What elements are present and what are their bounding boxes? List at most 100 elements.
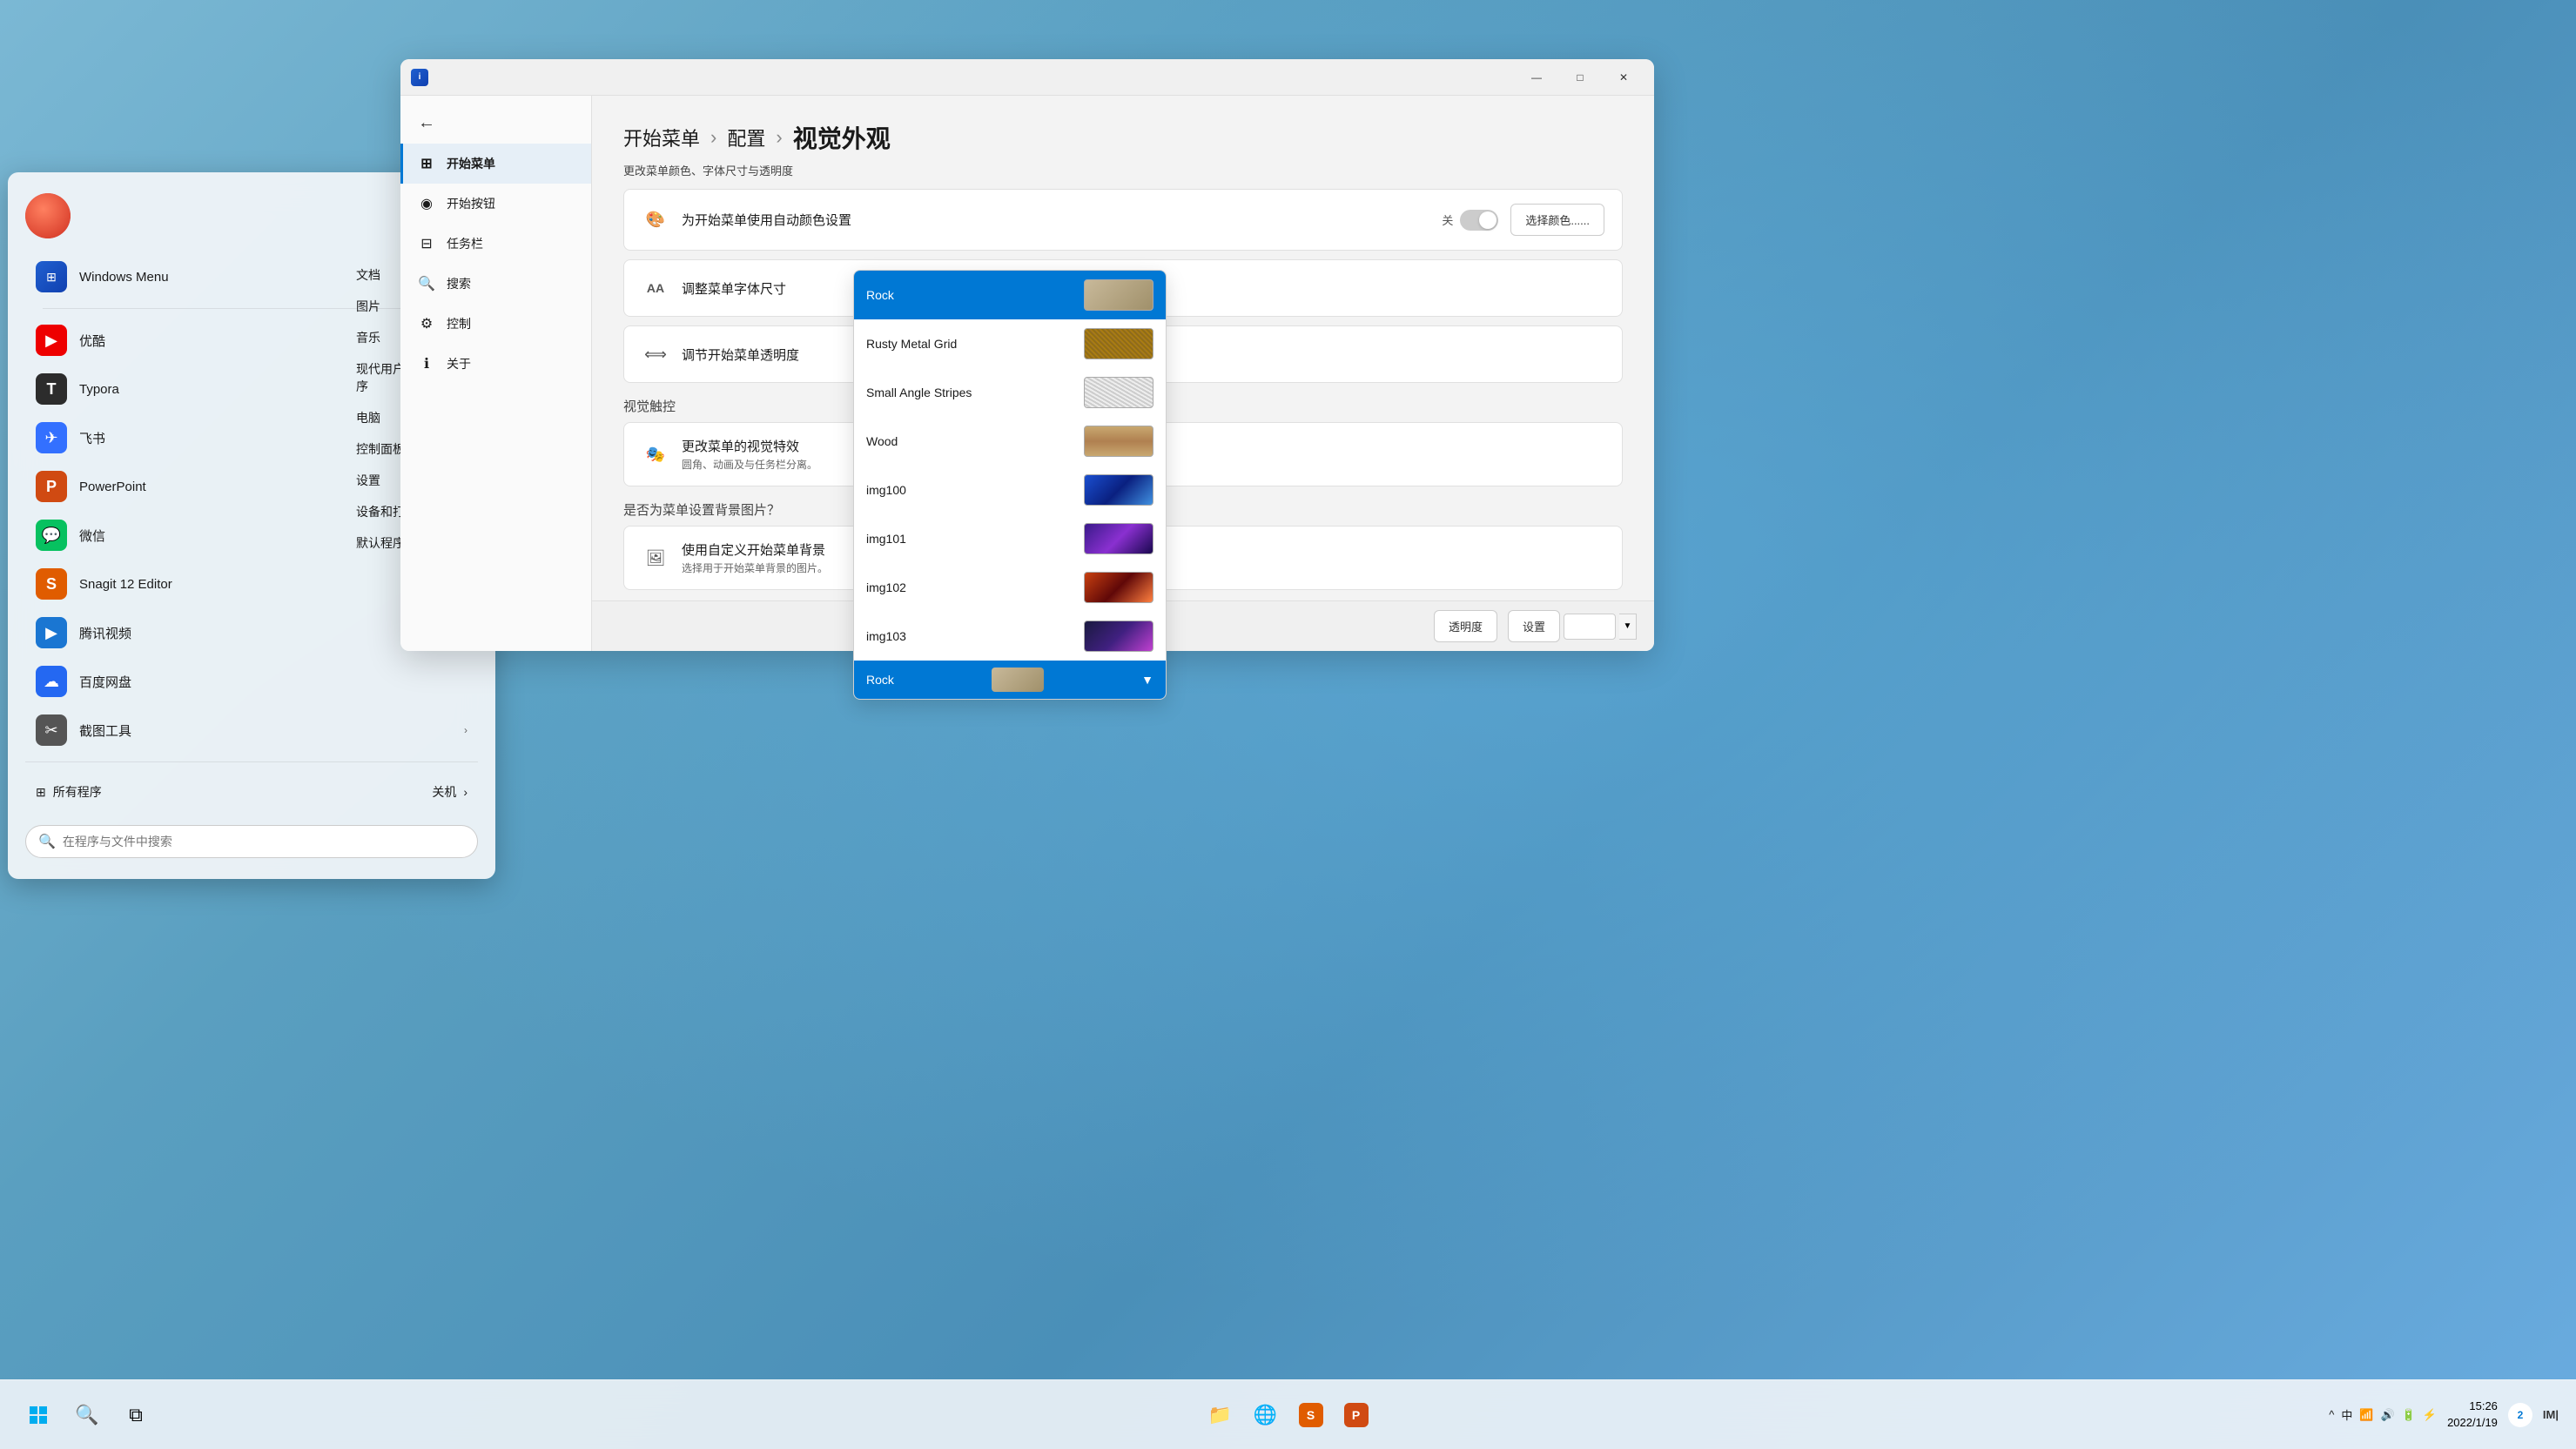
breadcrumb-root: 开始菜单 bbox=[623, 124, 700, 151]
dropdown-item-img100[interactable]: img100 bbox=[854, 466, 1166, 514]
tray-wifi-icon: 📶 bbox=[2359, 1408, 2373, 1422]
sidebar-item-about[interactable]: ℹ 关于 bbox=[400, 344, 591, 384]
select-color-button[interactable]: 选择颜色...... bbox=[1510, 204, 1604, 236]
dropdown-label-rusty: Rusty Metal Grid bbox=[866, 337, 1073, 351]
taskbar-search-button[interactable]: 🔍 bbox=[66, 1394, 108, 1436]
windows-menu-icon: ⊞ bbox=[36, 261, 67, 292]
jietu-icon: ✂ bbox=[36, 714, 67, 746]
sidebar-item-start-btn[interactable]: ◉ 开始按钮 bbox=[400, 184, 591, 224]
dropdown-item-wood[interactable]: Wood bbox=[854, 417, 1166, 466]
snagit-icon: S bbox=[36, 568, 67, 600]
auto-color-text: 为开始菜单使用自动颜色设置 bbox=[682, 211, 1429, 229]
notification-badge[interactable]: 2 bbox=[2508, 1403, 2532, 1427]
app-icon-small: i bbox=[411, 69, 428, 86]
snagit-label: Snagit 12 Editor bbox=[79, 577, 452, 592]
dropdown-label-img102: img102 bbox=[866, 580, 1073, 594]
end-icon[interactable]: IM| bbox=[2543, 1408, 2559, 1421]
taskbar-task-view-button[interactable]: ⧉ bbox=[115, 1394, 157, 1436]
transparency-button[interactable]: 透明度 bbox=[1434, 610, 1497, 642]
baidupan-icon: ☁ bbox=[36, 666, 67, 697]
all-apps-label: 所有程序 bbox=[53, 783, 102, 801]
settings-dropdown-arrow[interactable]: ▼ bbox=[1619, 614, 1637, 640]
sidebar-label-search: 搜索 bbox=[447, 275, 471, 292]
auto-color-icon: 🎨 bbox=[642, 206, 669, 234]
sidebar-item-search[interactable]: 🔍 搜索 bbox=[400, 264, 591, 304]
dropdown-label-img103: img103 bbox=[866, 629, 1073, 643]
back-icon: ← bbox=[418, 113, 435, 133]
background-dropdown: Rock Rusty Metal Grid Small Angle Stripe… bbox=[853, 270, 1167, 700]
breadcrumb-mid: 配置 bbox=[727, 124, 765, 151]
toggle-off-label: 关 bbox=[1442, 211, 1453, 228]
taskbar-snagit-button[interactable]: S bbox=[1290, 1394, 1332, 1436]
dropdown-item-stripes[interactable]: Small Angle Stripes bbox=[854, 368, 1166, 417]
visual-effects-icon: 🎭 bbox=[642, 440, 669, 468]
custom-bg-icon: 🖼 bbox=[642, 544, 669, 572]
search-input[interactable] bbox=[63, 835, 465, 849]
taskbar: 🔍 ⧉ 📁 🌐 S P ^ 中 📶 🔊 🔋 ⚡ 15:26 2022/1/19 … bbox=[0, 1379, 2576, 1449]
sidebar-label-about: 关于 bbox=[447, 355, 471, 372]
sidebar-icon-start-menu: ⊞ bbox=[417, 154, 436, 173]
font-size-icon: AA bbox=[642, 274, 669, 302]
dropdown-swatch-stripes bbox=[1084, 377, 1153, 408]
feishu-icon: ✈ bbox=[36, 422, 67, 453]
dropdown-item-img103[interactable]: img103 bbox=[854, 612, 1166, 661]
dropdown-label-img100: img100 bbox=[866, 483, 1073, 497]
sidebar-icon-about: ℹ bbox=[417, 354, 436, 373]
taskbar-left: 🔍 ⧉ bbox=[17, 1394, 157, 1436]
tencent-label: 腾讯视频 bbox=[79, 624, 452, 642]
all-apps-button[interactable]: ⊞ 所有程序 bbox=[25, 776, 112, 808]
dropdown-item-rusty[interactable]: Rusty Metal Grid bbox=[854, 319, 1166, 368]
avatar[interactable] bbox=[25, 193, 71, 238]
tray-ime-label[interactable]: 中 bbox=[2341, 1406, 2352, 1423]
dropdown-swatch-img100 bbox=[1084, 474, 1153, 506]
title-bar-left: i bbox=[411, 69, 428, 86]
dropdown-item-img101[interactable]: img101 bbox=[854, 514, 1166, 563]
youku-icon: ▶ bbox=[36, 325, 67, 356]
taskbar-edge-button[interactable]: 🌐 bbox=[1245, 1394, 1287, 1436]
sidebar-icon-start-btn: ◉ bbox=[417, 194, 436, 213]
dropdown-item-rock[interactable]: Rock bbox=[854, 271, 1166, 319]
minimize-button[interactable]: — bbox=[1517, 64, 1557, 91]
powerpoint-icon: P bbox=[36, 471, 67, 502]
time-display[interactable]: 15:26 2022/1/19 bbox=[2447, 1399, 2498, 1430]
sidebar-item-start-menu[interactable]: ⊞ 开始菜单 bbox=[400, 144, 591, 184]
auto-color-toggle-group: 关 bbox=[1442, 210, 1498, 231]
dropdown-swatch-img101 bbox=[1084, 523, 1153, 554]
sidebar-label-start-btn: 开始按钮 bbox=[447, 195, 495, 212]
tencent-icon: ▶ bbox=[36, 617, 67, 648]
dropdown-label-rock: Rock bbox=[866, 288, 1073, 302]
sidebar-icon-taskbar: ⊟ bbox=[417, 234, 436, 253]
settings-label-btn[interactable]: 设置 bbox=[1508, 610, 1560, 642]
date-value: 2022/1/19 bbox=[2447, 1415, 2498, 1431]
transparency-icon: ⟺ bbox=[642, 340, 669, 368]
start-button[interactable] bbox=[17, 1394, 59, 1436]
close-button[interactable]: ✕ bbox=[1604, 64, 1644, 91]
all-apps-icon: ⊞ bbox=[36, 785, 46, 800]
sidebar-item-taskbar[interactable]: ⊟ 任务栏 bbox=[400, 224, 591, 264]
back-button[interactable]: ← bbox=[400, 103, 591, 144]
app-item-jietu[interactable]: ✂ 截图工具 › bbox=[25, 706, 478, 755]
sidebar: ← ⊞ 开始菜单 ◉ 开始按钮 ⊟ 任务栏 🔍 搜索 ⚙ 控制 bbox=[400, 96, 592, 651]
tray-extra-icon: ⚡ bbox=[2423, 1408, 2437, 1422]
sidebar-label-start-menu: 开始菜单 bbox=[447, 155, 495, 172]
jietu-arrow: › bbox=[464, 724, 467, 736]
typora-icon: T bbox=[36, 373, 67, 405]
search-bar[interactable]: 🔍 bbox=[25, 825, 478, 858]
maximize-button[interactable]: □ bbox=[1560, 64, 1600, 91]
sidebar-item-control[interactable]: ⚙ 控制 bbox=[400, 304, 591, 344]
dropdown-footer[interactable]: Rock ▼ bbox=[854, 661, 1166, 699]
taskbar-explorer-button[interactable]: 📁 bbox=[1200, 1394, 1241, 1436]
dropdown-label-wood: Wood bbox=[866, 434, 1073, 448]
tray-volume-icon[interactable]: 🔊 bbox=[2381, 1408, 2395, 1422]
dropdown-label-img101: img101 bbox=[866, 532, 1073, 546]
shutdown-button[interactable]: 关机 › bbox=[421, 776, 478, 808]
app-item-baidupan[interactable]: ☁ 百度网盘 bbox=[25, 657, 478, 706]
taskbar-ppt-button[interactable]: P bbox=[1335, 1394, 1377, 1436]
auto-color-toggle[interactable] bbox=[1460, 210, 1498, 231]
setting-row-auto-color: 🎨 为开始菜单使用自动颜色设置 关 选择颜色...... bbox=[623, 189, 1623, 251]
dropdown-item-img102[interactable]: img102 bbox=[854, 563, 1166, 612]
section-title: 更改菜单颜色、字体尺寸与透明度 bbox=[623, 162, 1623, 178]
sidebar-label-control: 控制 bbox=[447, 315, 471, 332]
dropdown-swatch-rock bbox=[1084, 279, 1153, 311]
tray-chevron-icon[interactable]: ^ bbox=[2329, 1408, 2334, 1421]
